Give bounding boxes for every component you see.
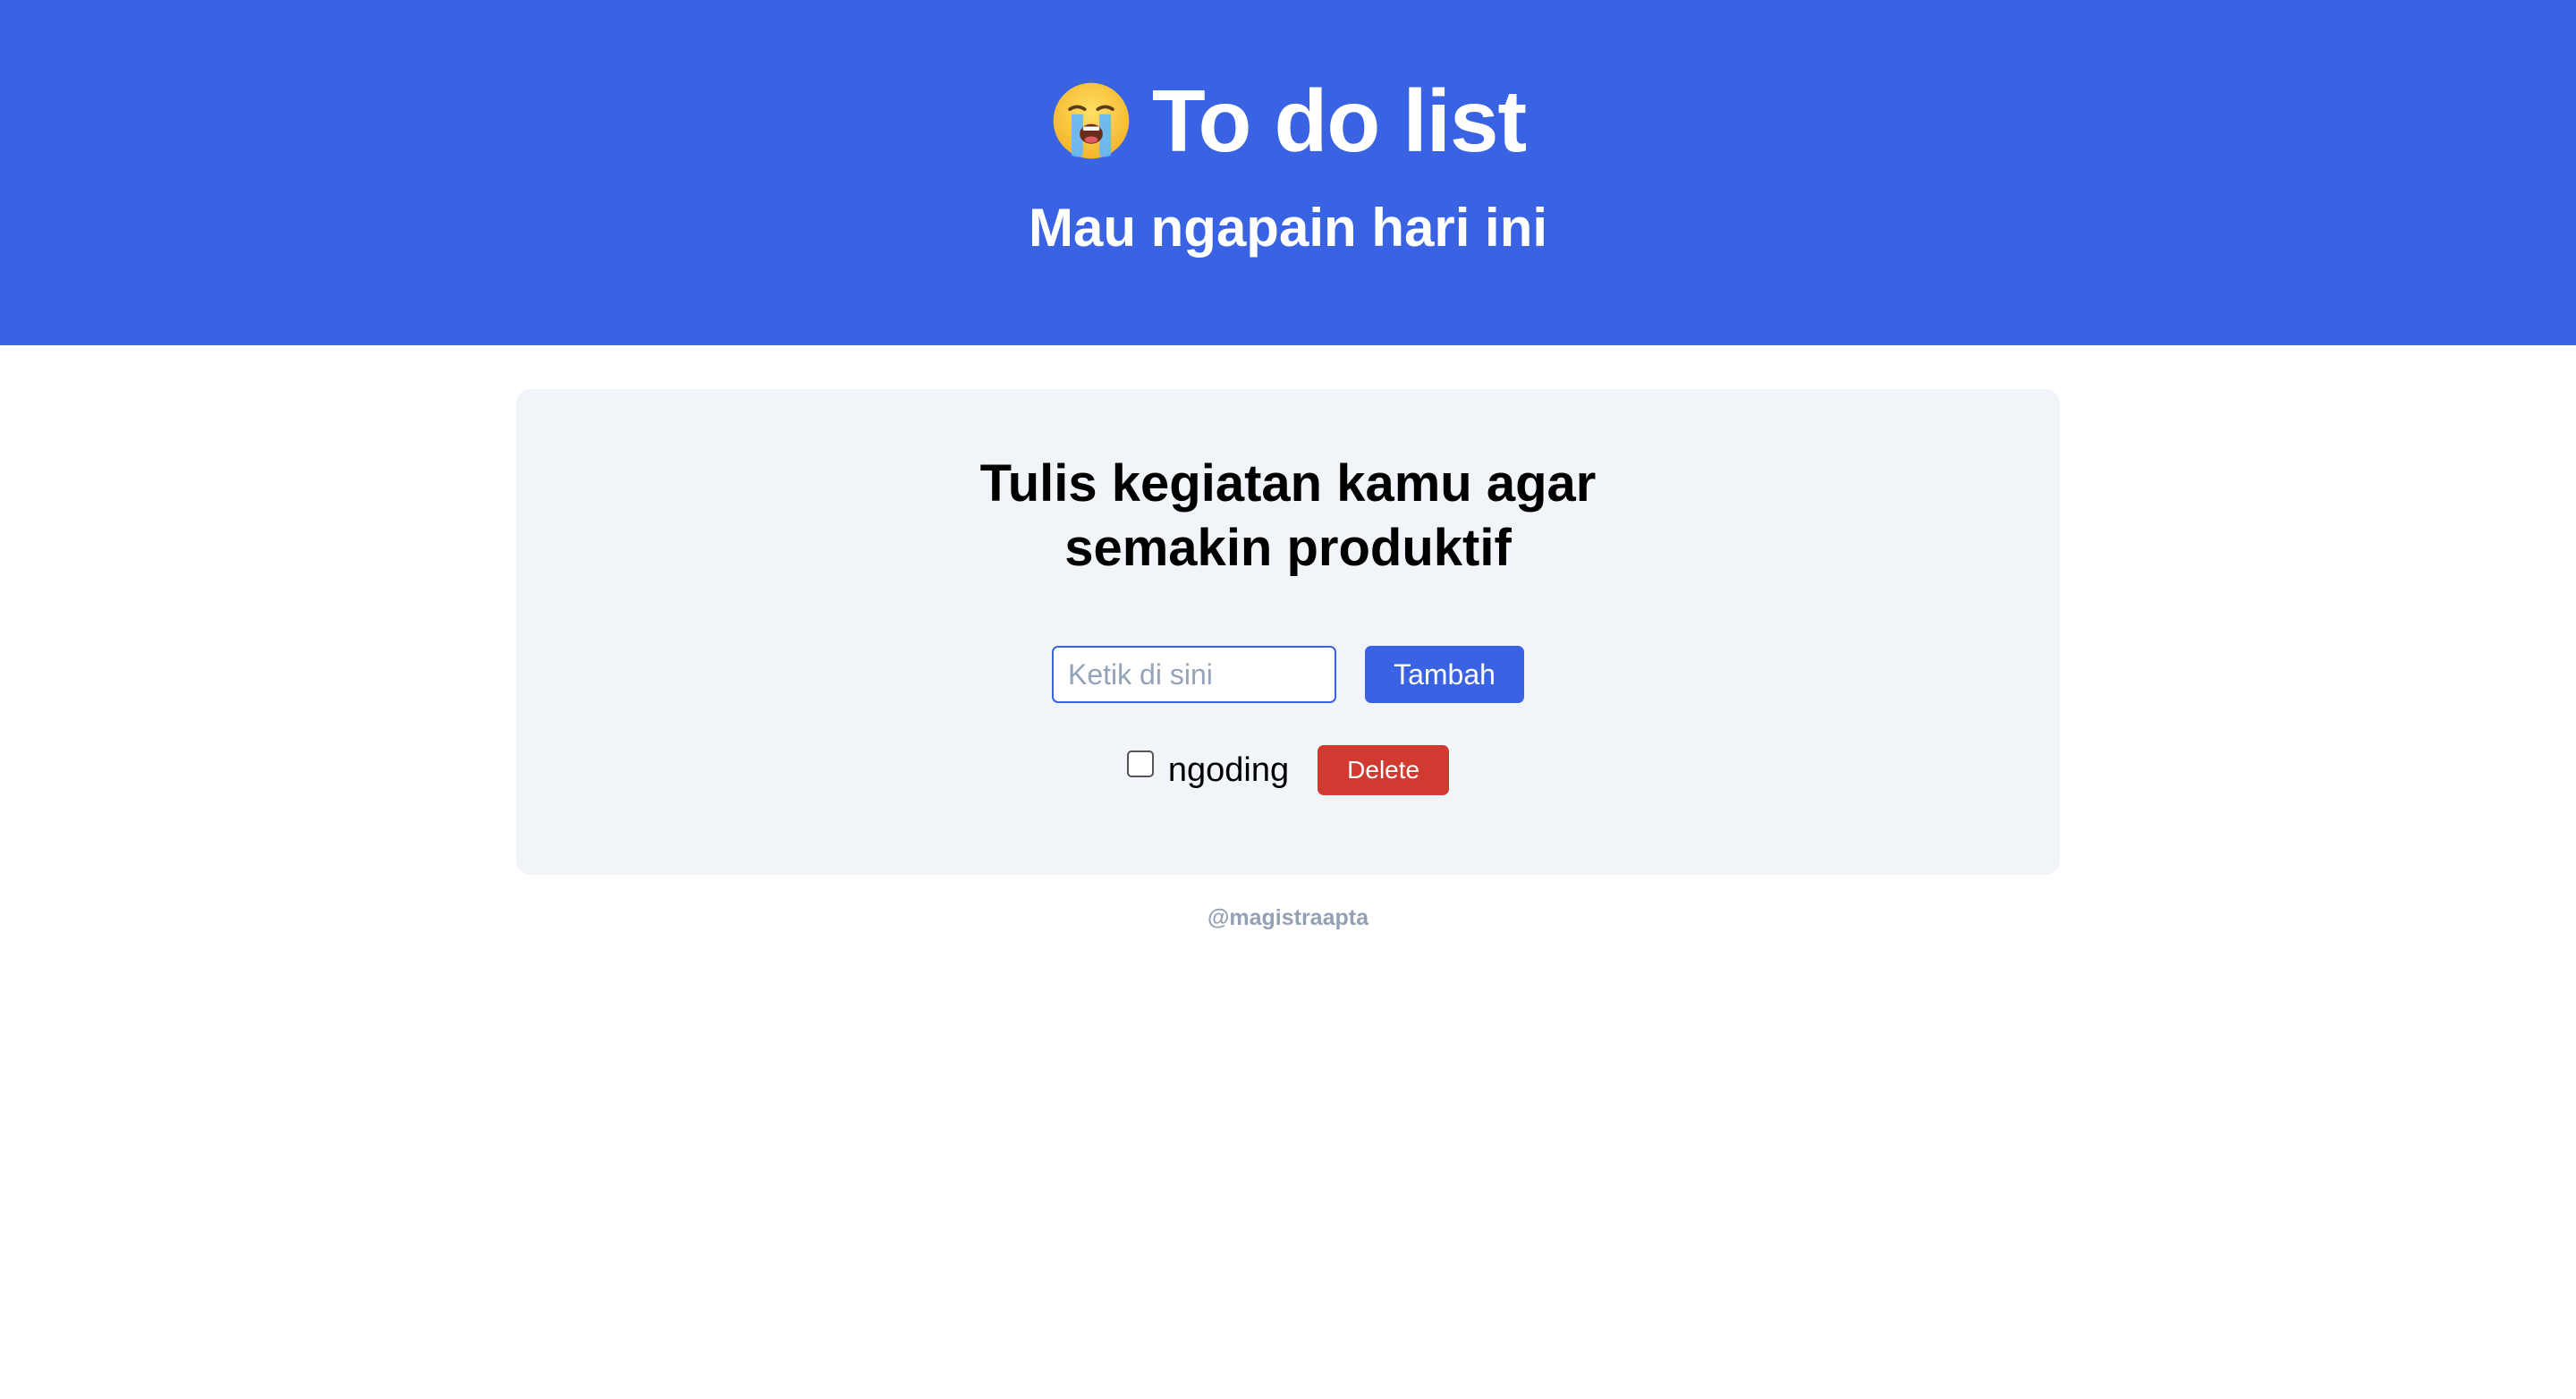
add-task-form: Tambah xyxy=(516,646,2060,703)
title-row: To do list xyxy=(0,63,2576,179)
footer-credit: @magistraapta xyxy=(1208,905,1368,930)
todo-card: Tulis kegiatan kamu agar semakin produkt… xyxy=(516,389,2060,875)
page-subtitle: Mau ngapain hari ini xyxy=(1028,198,1548,258)
task-input[interactable] xyxy=(1052,646,1336,703)
card-heading: Tulis kegiatan kamu agar semakin produkt… xyxy=(516,452,2060,581)
card-heading-line1: Tulis kegiatan kamu agar xyxy=(979,454,1597,513)
loudly-crying-face-icon xyxy=(1053,82,1130,159)
add-task-button[interactable]: Tambah xyxy=(1365,646,1524,703)
delete-task-button[interactable]: Delete xyxy=(1318,745,1450,795)
card-heading-line2: semakin produktif xyxy=(1064,519,1512,577)
todo-list-item: ngoding Delete xyxy=(516,745,2060,795)
todo-checkbox[interactable] xyxy=(1126,750,1154,777)
header-banner: To do list Mau ngapain hari ini xyxy=(0,0,2576,345)
todo-text: ngoding xyxy=(1167,751,1290,789)
page-title: To do list xyxy=(1151,72,1527,170)
